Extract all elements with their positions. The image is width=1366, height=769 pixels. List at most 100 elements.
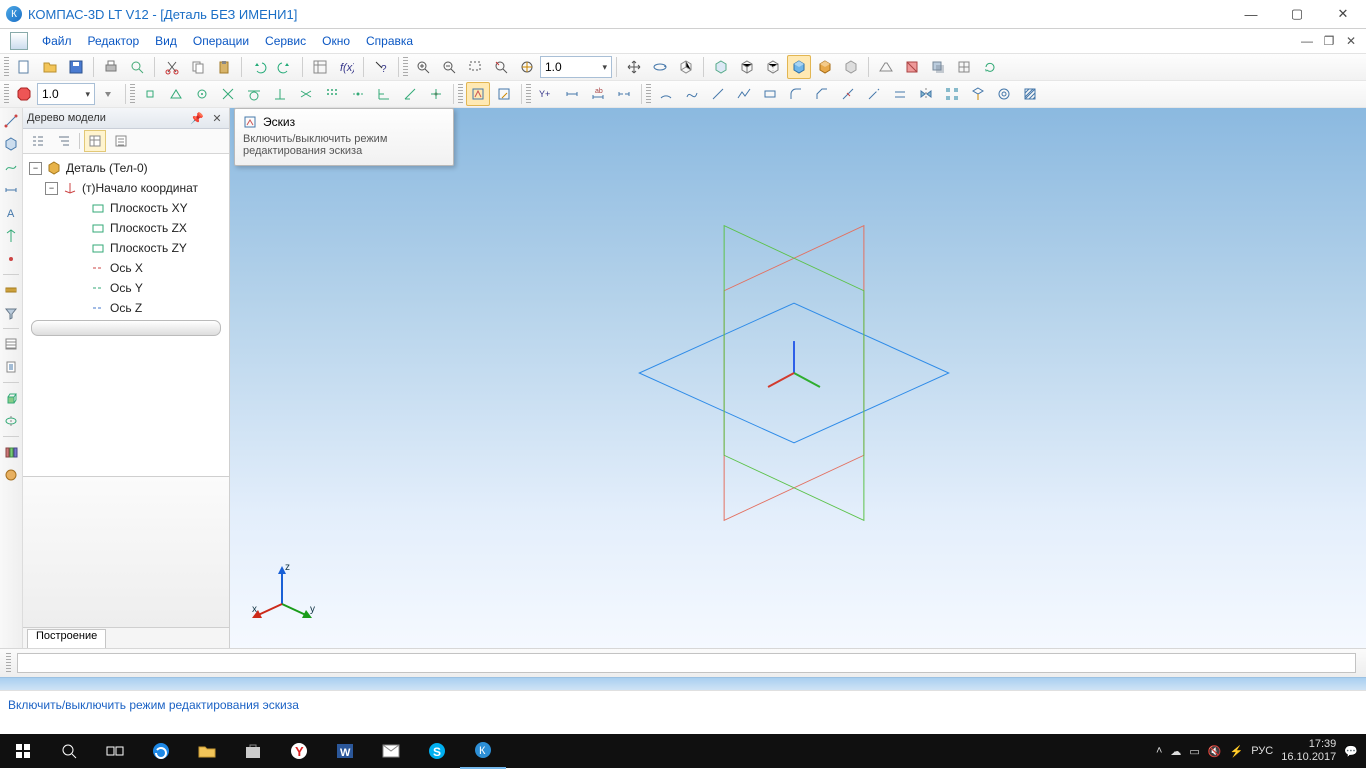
chamfer-button[interactable] — [810, 82, 834, 106]
trim-button[interactable] — [836, 82, 860, 106]
zoom-dyn-button[interactable] — [515, 55, 539, 79]
tray-chevron-icon[interactable]: ˄ — [1156, 745, 1162, 757]
dim-linear-button[interactable] — [560, 82, 584, 106]
filter-button[interactable] — [0, 302, 22, 324]
view-shaded-edges-button[interactable] — [813, 55, 837, 79]
edge-icon[interactable] — [138, 734, 184, 768]
word-icon[interactable]: W — [322, 734, 368, 768]
array-button[interactable] — [940, 82, 964, 106]
paste-button[interactable] — [212, 55, 236, 79]
measure-button[interactable] — [0, 279, 22, 301]
grip-icon[interactable] — [403, 57, 408, 77]
preview-button[interactable] — [125, 55, 149, 79]
minimize-button[interactable]: — — [1228, 0, 1274, 28]
section-button[interactable] — [900, 55, 924, 79]
grip-icon[interactable] — [646, 84, 651, 104]
snap-near-button[interactable] — [294, 82, 318, 106]
box3d-button[interactable] — [0, 133, 22, 155]
view-flat-button[interactable] — [839, 55, 863, 79]
point-button[interactable] — [0, 248, 22, 270]
tree-plane-zy[interactable]: Плоскость ZY — [23, 238, 229, 258]
extrude-button[interactable] — [0, 387, 22, 409]
lib-button[interactable] — [0, 441, 22, 463]
step-dn-button[interactable] — [96, 82, 120, 106]
variables-button[interactable]: f(x) — [334, 55, 358, 79]
zoom-in-button[interactable] — [411, 55, 435, 79]
tray-clock[interactable]: 17:39 16.10.2017 — [1281, 738, 1336, 764]
tray-volume-icon[interactable]: 🔇 — [1208, 745, 1222, 758]
revolve-button[interactable] — [0, 410, 22, 432]
spline-button[interactable] — [680, 82, 704, 106]
cut-button[interactable] — [160, 55, 184, 79]
open-button[interactable] — [38, 55, 62, 79]
tree-origin[interactable]: − (т)Начало координат — [23, 178, 229, 198]
redraw-button[interactable] — [978, 55, 1002, 79]
sketch-from-button[interactable] — [492, 82, 516, 106]
snap-pt-button[interactable] — [424, 82, 448, 106]
view-hidden-button[interactable] — [761, 55, 785, 79]
menu-view[interactable]: Вид — [147, 30, 185, 52]
tray-notifications-icon[interactable]: 💬 — [1344, 745, 1358, 758]
spec-button[interactable] — [0, 333, 22, 355]
menu-help[interactable]: Справка — [358, 30, 421, 52]
surface-button[interactable] — [0, 156, 22, 178]
view-iso-button[interactable] — [709, 55, 733, 79]
snap-align-button[interactable] — [346, 82, 370, 106]
grip-icon[interactable] — [6, 653, 11, 673]
orient-button[interactable] — [674, 55, 698, 79]
tree-mode-3[interactable] — [84, 130, 106, 152]
explorer-icon[interactable] — [184, 734, 230, 768]
tree-body[interactable]: − Деталь (Тел-0) − (т)Начало координат П… — [23, 154, 229, 476]
snap-grid-button[interactable] — [320, 82, 344, 106]
equidist-button[interactable] — [992, 82, 1016, 106]
save-button[interactable] — [64, 55, 88, 79]
panel-close-icon[interactable]: ✕ — [209, 110, 225, 126]
tray-onedrive-icon[interactable]: ☁ — [1170, 745, 1181, 758]
copy-button[interactable] — [186, 55, 210, 79]
tray-battery-icon[interactable]: ▭ — [1189, 745, 1199, 758]
undo-button[interactable] — [247, 55, 271, 79]
sketch-mode-button[interactable] — [466, 82, 490, 106]
perspective-button[interactable] — [874, 55, 898, 79]
tree-plane-zx[interactable]: Плоскость ZX — [23, 218, 229, 238]
tree-plane-xy[interactable]: Плоскость XY — [23, 198, 229, 218]
line-button[interactable] — [706, 82, 730, 106]
zoom-prev-button[interactable] — [489, 55, 513, 79]
panel-pin-icon[interactable]: 📌 — [189, 110, 205, 126]
offset-button[interactable] — [888, 82, 912, 106]
snap-cen-button[interactable] — [190, 82, 214, 106]
help-context-button[interactable]: ? — [369, 55, 393, 79]
project-button[interactable] — [966, 82, 990, 106]
yandex-icon[interactable]: Y — [276, 734, 322, 768]
grip-icon[interactable] — [130, 84, 135, 104]
panel-header[interactable]: Дерево модели 📌 ✕ — [23, 108, 229, 129]
material-button[interactable] — [0, 464, 22, 486]
snap-ang-button[interactable] — [398, 82, 422, 106]
snap-perp-button[interactable] — [372, 82, 396, 106]
rect-button[interactable] — [758, 82, 782, 106]
new-button[interactable] — [12, 55, 36, 79]
grid-button[interactable] — [952, 55, 976, 79]
view-wire-button[interactable] — [735, 55, 759, 79]
report-button[interactable] — [0, 356, 22, 378]
mdi-minimize[interactable]: — — [1296, 31, 1318, 51]
mdi-close[interactable]: ✕ — [1340, 31, 1362, 51]
taskview-button[interactable] — [92, 734, 138, 768]
dim-replace-button[interactable]: ab — [586, 82, 610, 106]
tray-network-icon[interactable]: ⚡ — [1230, 745, 1244, 758]
mirror-button[interactable] — [914, 82, 938, 106]
kompas-task-icon[interactable]: К — [460, 733, 506, 769]
view-shaded-button[interactable] — [787, 55, 811, 79]
properties-button[interactable] — [308, 55, 332, 79]
close-button[interactable]: ✕ — [1320, 0, 1366, 28]
tab-build[interactable]: Построение — [27, 629, 106, 648]
zoom-combo[interactable]: 1.0▾ — [540, 56, 612, 78]
text-button[interactable]: A — [0, 202, 22, 224]
y-plus-button[interactable]: Y+ — [534, 82, 558, 106]
mail-icon[interactable] — [368, 734, 414, 768]
grip-icon[interactable] — [526, 84, 531, 104]
snap-int-button[interactable] — [216, 82, 240, 106]
pan-button[interactable] — [622, 55, 646, 79]
start-button[interactable] — [0, 734, 46, 768]
tree-root[interactable]: − Деталь (Тел-0) — [23, 158, 229, 178]
